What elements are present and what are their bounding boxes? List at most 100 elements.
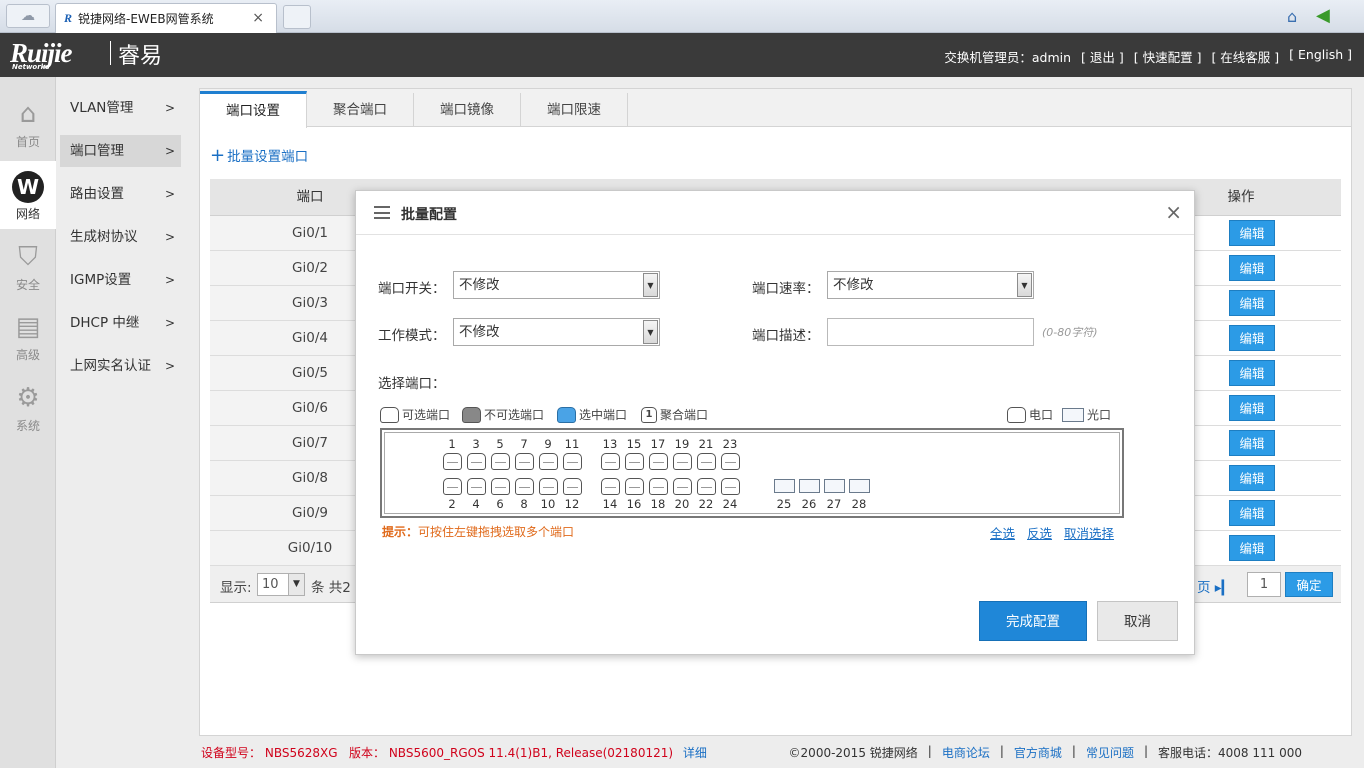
port-number-label: 7 [520, 437, 528, 451]
logout-link[interactable]: [ 退出 ] [1081, 47, 1124, 66]
port-16[interactable] [625, 478, 644, 495]
submenu-label: VLAN管理 [70, 100, 134, 116]
switch-port-panel[interactable]: 1 3 5 7 9 11 13 15 17 19 21 23 2 4 6 8 10 12 14 16 18 20 22 24 2… [380, 428, 1124, 518]
page-size-select[interactable]: 10 ▼ [257, 573, 305, 596]
port-26[interactable] [799, 479, 820, 493]
port-14[interactable] [601, 478, 620, 495]
port-4[interactable] [467, 478, 486, 495]
admin-label: 交换机管理员：admin [944, 50, 1072, 65]
edit-button[interactable]: 编辑 [1229, 360, 1275, 386]
port-20[interactable] [673, 478, 692, 495]
port-2[interactable] [443, 478, 462, 495]
port-5[interactable] [491, 453, 510, 470]
submenu-item-routing[interactable]: 路由设置 > [60, 178, 181, 210]
port-9[interactable] [539, 453, 558, 470]
edit-button[interactable]: 编辑 [1229, 290, 1275, 316]
finish-config-button[interactable]: 完成配置 [979, 601, 1087, 641]
page-number-input[interactable]: 1 [1247, 572, 1281, 597]
port-19[interactable] [673, 453, 692, 470]
close-tab-icon[interactable]: × [252, 10, 264, 26]
close-icon[interactable]: × [1165, 200, 1182, 224]
rail-item-system[interactable]: ⚙ 系统 [0, 371, 56, 439]
invert-selection-link[interactable]: 反选 [1027, 523, 1052, 542]
port-3[interactable] [467, 453, 486, 470]
tab-port-mirroring[interactable]: 端口镜像 [414, 93, 521, 127]
port-10[interactable] [539, 478, 558, 495]
rail-label: 网络 [15, 207, 40, 221]
browser-home-icon[interactable]: ⌂ [1287, 7, 1305, 26]
port-22[interactable] [697, 478, 716, 495]
port-24[interactable] [721, 478, 740, 495]
rail-item-home[interactable]: ⌂ 首页 [0, 87, 56, 155]
port-28[interactable] [849, 479, 870, 493]
port-6[interactable] [491, 478, 510, 495]
legend-selected: 选中端口 [557, 406, 627, 423]
forum-link[interactable]: 电商论坛 [942, 744, 990, 761]
submenu-item-stp[interactable]: 生成树协议 > [60, 221, 181, 253]
edit-button[interactable]: 编辑 [1229, 430, 1275, 456]
port-7[interactable] [515, 453, 534, 470]
faq-link[interactable]: 常见问题 [1086, 744, 1134, 761]
port-17[interactable] [649, 453, 668, 470]
quick-config-link[interactable]: [ 快速配置 ] [1134, 47, 1202, 66]
port-15[interactable] [625, 453, 644, 470]
rail-item-advanced[interactable]: ▤ 高级 [0, 300, 56, 368]
edit-button[interactable]: 编辑 [1229, 465, 1275, 491]
port-switch-select[interactable]: 不修改 ▼ [453, 271, 660, 299]
port-11[interactable] [563, 453, 582, 470]
detail-link[interactable]: 详细 [683, 746, 707, 760]
ruijie-logo-sub: Networks [12, 63, 50, 71]
submenu-item-igmp[interactable]: IGMP设置 > [60, 264, 181, 296]
edit-button[interactable]: 编辑 [1229, 220, 1275, 246]
rail-item-security[interactable]: ⛉ 安全 [0, 230, 56, 298]
english-link[interactable]: [ English ] [1289, 47, 1352, 66]
online-service-link[interactable]: [ 在线客服 ] [1211, 47, 1279, 66]
edit-button[interactable]: 编辑 [1229, 395, 1275, 421]
dialog-header: 批量配置 × [356, 191, 1194, 235]
port-disabled-icon [462, 406, 481, 423]
port-21[interactable] [697, 453, 716, 470]
port-1[interactable] [443, 453, 462, 470]
version-label: 版本： [348, 746, 385, 760]
chevron-down-icon: ▼ [643, 320, 658, 344]
last-page-link[interactable]: 页 ▸▎ [1197, 576, 1232, 596]
edit-button[interactable]: 编辑 [1229, 500, 1275, 526]
mall-link[interactable]: 官方商城 [1014, 744, 1062, 761]
browser-tab[interactable]: R 锐捷网络-EWEB网管系统 × [55, 3, 277, 33]
submenu-item-dhcp-relay[interactable]: DHCP 中继 > [60, 307, 181, 339]
work-mode-select[interactable]: 不修改 ▼ [453, 318, 660, 346]
port-8[interactable] [515, 478, 534, 495]
submenu-item-port-mgmt[interactable]: 端口管理 > [60, 135, 181, 167]
new-tab-button[interactable] [283, 5, 311, 29]
tab-aggregate-ports[interactable]: 聚合端口 [307, 93, 414, 127]
deselect-link[interactable]: 取消选择 [1064, 523, 1114, 542]
sub-menu: VLAN管理 > 端口管理 > 路由设置 > 生成树协议 > IGMP设置 > … [56, 77, 190, 768]
port-25[interactable] [774, 479, 795, 493]
port-12[interactable] [563, 478, 582, 495]
port-13[interactable] [601, 453, 620, 470]
edit-button[interactable]: 编辑 [1229, 255, 1275, 281]
port-number-label: 11 [564, 437, 580, 451]
submenu-item-vlan[interactable]: VLAN管理 > [60, 92, 181, 124]
edit-button[interactable]: 编辑 [1229, 325, 1275, 351]
edit-button[interactable]: 编辑 [1229, 535, 1275, 561]
port-27[interactable] [824, 479, 845, 493]
submenu-label: 上网实名认证 [70, 358, 151, 374]
tab-port-rate-limit[interactable]: 端口限速 [521, 93, 628, 127]
rail-item-network[interactable]: W 网络 [0, 161, 56, 229]
cloud-icon[interactable]: ☁ [6, 4, 50, 28]
browser-back-icon[interactable]: ◀ [1316, 5, 1340, 26]
go-to-page-button[interactable]: 确定 [1285, 572, 1333, 597]
tab-port-settings[interactable]: 端口设置 [200, 91, 307, 128]
port-number-label: 12 [564, 497, 580, 511]
port-23[interactable] [721, 453, 740, 470]
port-number-label: 17 [650, 437, 666, 451]
port-18[interactable] [649, 478, 668, 495]
port-speed-label: 端口速率： [752, 281, 820, 297]
cancel-button[interactable]: 取消 [1097, 601, 1178, 641]
submenu-item-realname-auth[interactable]: 上网实名认证 > [60, 350, 181, 382]
batch-set-ports-link[interactable]: + 批量设置端口 [210, 145, 308, 166]
select-all-link[interactable]: 全选 [990, 523, 1015, 542]
port-desc-input[interactable] [827, 318, 1034, 346]
port-speed-select[interactable]: 不修改 ▼ [827, 271, 1034, 299]
